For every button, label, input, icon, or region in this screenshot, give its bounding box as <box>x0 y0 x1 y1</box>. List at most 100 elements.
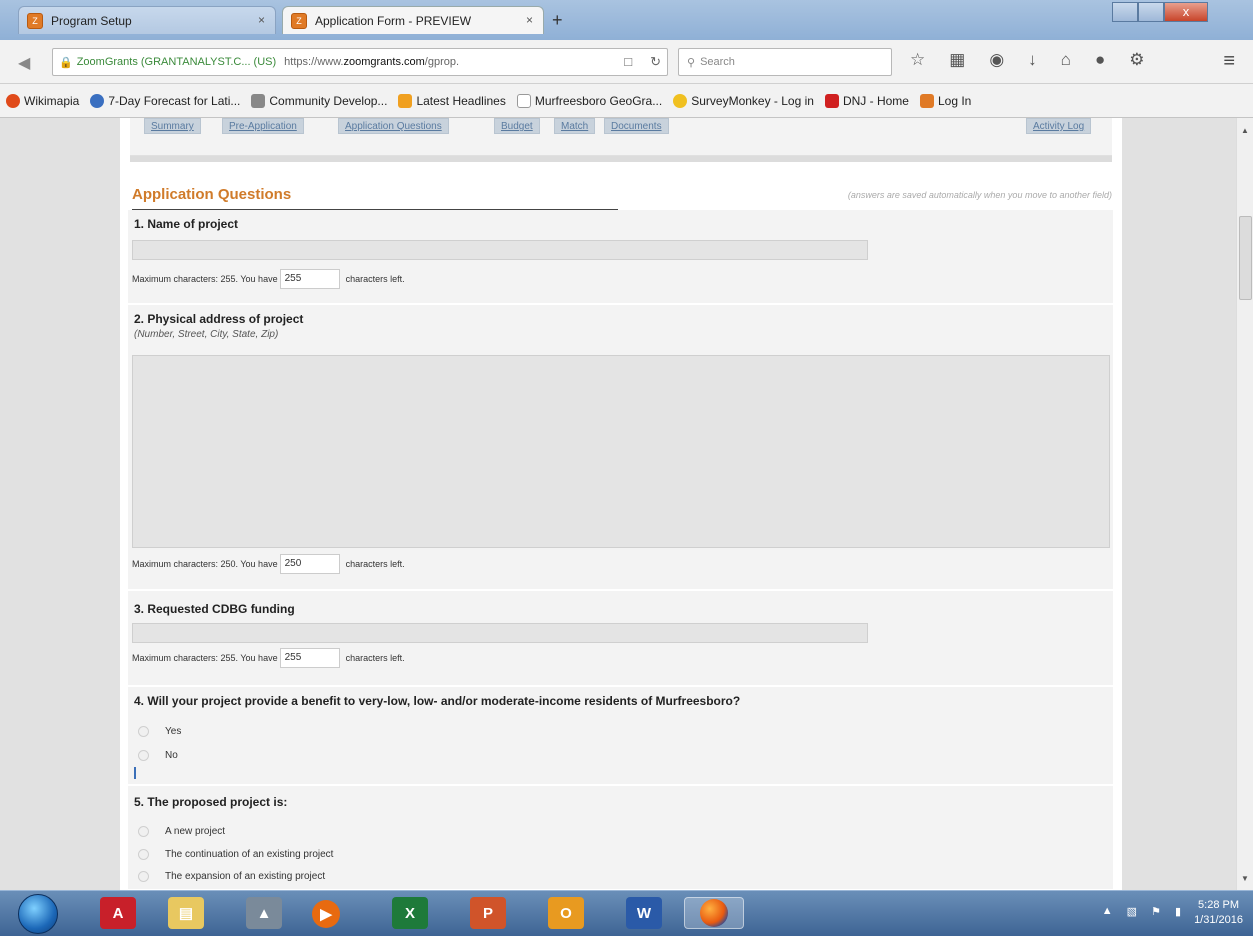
bookmark-wikimapia[interactable]: Wikimapia <box>6 93 79 108</box>
excel-icon[interactable]: X <box>392 897 428 929</box>
outlook-icon[interactable]: O <box>548 897 584 929</box>
network-icon[interactable]: ▲ <box>246 897 282 929</box>
clock-time: 5:28 PM <box>1198 899 1240 911</box>
remaining-count: 255 <box>279 269 340 289</box>
new-tab-button[interactable]: + <box>552 10 563 31</box>
rss-icon <box>398 93 413 108</box>
tab-label: Program Setup <box>51 13 132 28</box>
question-1: 1. Name of project Maximum characters: 2… <box>128 210 1113 304</box>
weather-icon <box>90 93 105 108</box>
radio-button[interactable] <box>138 849 149 860</box>
maximize-button[interactable] <box>1138 2 1164 22</box>
bookmark-surveymonkey[interactable]: SurveyMonkey - Log in <box>673 93 814 108</box>
tab-program-setup[interactable]: Z Program Setup × <box>18 6 276 34</box>
tab-pre-application[interactable]: Pre-Application <box>222 118 304 134</box>
site-identity: ZoomGrants (GRANTANALYST.C... (US) <box>76 56 277 68</box>
bookmark-murfreesboro-geogra[interactable]: Murfreesboro GeoGra... <box>516 93 662 108</box>
system-tray: ▲ ▧ ⚑ ▮ <box>1102 905 1181 918</box>
url-text: https://www.zoomgrants.com/gprop. <box>284 56 460 68</box>
close-window-button[interactable]: x <box>1164 2 1208 22</box>
search-input[interactable]: ⚲ Search <box>678 48 892 76</box>
clock-date: 1/31/2016 <box>1194 914 1243 926</box>
clock[interactable]: 5:28 PM 1/31/2016 <box>1194 898 1243 928</box>
char-counter: Maximum characters: 250. You have 250 ch… <box>132 554 405 574</box>
remaining-count: 250 <box>279 554 340 574</box>
tab-application-form-preview[interactable]: Z Application Form - PREVIEW × <box>282 6 544 34</box>
radio-expansion[interactable]: The expansion of an existing project <box>138 871 325 882</box>
wikimapia-icon <box>6 93 20 108</box>
back-arrow-icon[interactable]: ◀ <box>18 53 30 73</box>
tab-application-questions[interactable]: Application Questions <box>338 118 449 134</box>
powerpoint-icon[interactable]: P <box>470 897 506 929</box>
autosave-note: (answers are saved automatically when yo… <box>847 190 1112 200</box>
reader-view-icon[interactable]: □ <box>624 54 632 70</box>
question-4: 4. Will your project provide a benefit t… <box>128 687 1113 785</box>
bookmarks-menu-icon[interactable]: ▦ <box>949 50 965 70</box>
home-icon[interactable]: ⌂ <box>1061 50 1071 70</box>
radio-new-project[interactable]: A new project <box>138 826 225 837</box>
gear-icon[interactable]: ⚙ <box>1129 50 1144 70</box>
tab-close-icon[interactable]: × <box>258 13 265 27</box>
scroll-down-icon[interactable]: ▼ <box>1241 874 1249 883</box>
surveymonkey-icon <box>673 93 688 108</box>
pocket-icon[interactable]: ◉ <box>989 50 1004 70</box>
bookmark-forecast[interactable]: 7-Day Forecast for Lati... <box>90 93 240 108</box>
media-player-icon[interactable]: ▶ <box>312 900 340 928</box>
firefox-icon[interactable] <box>684 897 744 929</box>
acrobat-icon[interactable]: A <box>100 897 136 929</box>
tray-flag-icon[interactable]: ⚑ <box>1151 905 1161 918</box>
bookmark-star-icon[interactable]: ☆ <box>910 50 925 70</box>
radio-button[interactable] <box>138 726 149 737</box>
nav-bar: ◀ 🔒 ZoomGrants (GRANTANALYST.C... (US) h… <box>0 40 1253 84</box>
radio-no[interactable]: No <box>138 750 178 761</box>
reload-icon[interactable]: ↻ <box>650 54 661 70</box>
question-title: 5. The proposed project is: <box>134 795 288 809</box>
divider <box>130 156 1112 162</box>
radio-continuation[interactable]: The continuation of an existing project <box>138 849 333 860</box>
bookmarks-bar: Wikimapia 7-Day Forecast for Lati... Com… <box>0 84 1253 118</box>
cdbg-funding-input[interactable] <box>132 623 868 643</box>
radio-button[interactable] <box>138 871 149 882</box>
search-icon: ⚲ <box>687 56 696 69</box>
project-name-input[interactable] <box>132 240 868 260</box>
vertical-scrollbar[interactable]: ▲ ▼ <box>1236 118 1253 890</box>
explorer-icon[interactable]: ▤ <box>168 897 204 929</box>
chat-icon[interactable]: ● <box>1095 50 1105 70</box>
page-viewport: Summary Pre-Application Application Ques… <box>0 118 1236 890</box>
radio-button[interactable] <box>138 750 149 761</box>
word-icon[interactable]: W <box>626 897 662 929</box>
text-cursor <box>134 767 136 779</box>
tab-match[interactable]: Match <box>554 118 596 134</box>
hamburger-menu-icon[interactable]: ≡ <box>1223 50 1235 73</box>
bookmark-dnj-home[interactable]: DNJ - Home <box>824 93 909 108</box>
bookmark-latest-headlines[interactable]: Latest Headlines <box>398 93 506 108</box>
tray-expand-icon[interactable]: ▲ <box>1102 905 1113 918</box>
bookmark-log-in[interactable]: Log In <box>919 93 971 108</box>
scroll-up-icon[interactable]: ▲ <box>1241 126 1249 135</box>
tab-budget[interactable]: Budget <box>494 118 540 134</box>
scroll-thumb[interactable] <box>1239 216 1252 300</box>
tab-documents[interactable]: Documents <box>604 118 669 134</box>
question-title: 2. Physical address of project <box>134 312 304 326</box>
signal-icon[interactable]: ▮ <box>1175 905 1181 918</box>
bookmark-community-develop[interactable]: Community Develop... <box>251 93 387 108</box>
radio-yes[interactable]: Yes <box>138 726 181 737</box>
zoomgrants-favicon-icon <box>919 93 934 108</box>
minimize-button[interactable] <box>1112 2 1138 22</box>
start-button[interactable] <box>18 894 58 934</box>
char-counter: Maximum characters: 255. You have 255 ch… <box>132 269 405 289</box>
search-placeholder: Search <box>700 56 735 68</box>
physical-address-textarea[interactable] <box>132 355 1110 548</box>
remaining-count: 255 <box>279 648 340 668</box>
tray-device-icon[interactable]: ▧ <box>1127 905 1137 918</box>
tab-summary[interactable]: Summary <box>144 118 201 134</box>
tab-close-icon[interactable]: × <box>526 13 533 27</box>
tab-activity-log[interactable]: Activity Log <box>1026 118 1092 134</box>
download-icon[interactable]: ↓ <box>1028 50 1037 70</box>
radio-button[interactable] <box>138 826 149 837</box>
question-3: 3. Requested CDBG funding Maximum charac… <box>128 591 1113 686</box>
question-title: 1. Name of project <box>134 217 239 231</box>
char-counter: Maximum characters: 255. You have 255 ch… <box>132 648 405 668</box>
url-bar[interactable]: 🔒 ZoomGrants (GRANTANALYST.C... (US) htt… <box>52 48 668 76</box>
zoomgrants-favicon-icon: Z <box>291 12 307 29</box>
